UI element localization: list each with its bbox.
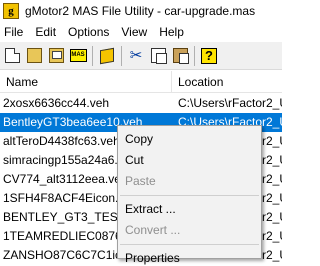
paste-button[interactable]: [170, 46, 190, 66]
context-properties[interactable]: Properties: [118, 248, 261, 266]
context-menu: Copy Cut Paste Extract ... Convert ... P…: [117, 125, 262, 265]
menu-bar: File Edit Options View Help: [0, 22, 282, 42]
menu-help[interactable]: Help: [153, 22, 190, 42]
column-header-name[interactable]: Name: [0, 71, 172, 92]
help-icon: ?: [201, 47, 217, 64]
cube-button[interactable]: [97, 46, 117, 66]
open-image-button[interactable]: [46, 46, 66, 66]
context-paste: Paste: [125, 174, 156, 188]
toolbar-separator: [194, 45, 195, 66]
file-location-cell: C:\Users\rFactor2_U: [178, 96, 282, 110]
menu-separator: [120, 244, 259, 245]
open-folder-icon: [26, 48, 42, 63]
column-header-location[interactable]: Location: [172, 71, 223, 92]
window-title: gMotor2 MAS File Utility - car-upgrade.m…: [25, 4, 256, 18]
toolbar-separator: [121, 45, 122, 66]
context-cut[interactable]: Cut: [118, 150, 261, 171]
title-bar: g gMotor2 MAS File Utility - car-upgrade…: [0, 0, 282, 22]
menu-view[interactable]: View: [115, 22, 153, 42]
menu-options[interactable]: Options: [62, 22, 115, 42]
open-image-icon: [48, 48, 64, 63]
scissors-icon: ✂: [129, 47, 143, 64]
table-row[interactable]: 2xosx6636cc44.veh C:\Users\rFactor2_U: [0, 94, 282, 113]
context-extract[interactable]: Extract ...: [118, 199, 261, 220]
list-header: Name Location: [0, 71, 282, 93]
context-copy[interactable]: Copy: [118, 129, 261, 150]
menu-edit[interactable]: Edit: [29, 22, 62, 42]
file-name-cell: 2xosx6636cc44.veh: [3, 96, 110, 110]
cube-icon: [100, 47, 114, 64]
new-file-button[interactable]: [2, 46, 22, 66]
help-button[interactable]: ?: [199, 46, 219, 66]
menu-separator: [120, 195, 259, 196]
mas-archive-button[interactable]: MAS: [68, 46, 88, 66]
context-convert: Convert ...: [125, 223, 181, 237]
toolbar-separator: [92, 45, 93, 66]
new-file-icon: [4, 48, 20, 63]
cut-button[interactable]: ✂: [126, 46, 146, 66]
menu-file[interactable]: File: [0, 22, 29, 42]
copy-icon: [150, 48, 167, 64]
paste-icon: [172, 48, 189, 64]
copy-button[interactable]: [148, 46, 168, 66]
open-folder-button[interactable]: [24, 46, 44, 66]
mas-archive-icon: MAS: [69, 49, 87, 62]
toolbar: MAS ✂ ?: [0, 42, 282, 70]
app-g-icon: g: [3, 3, 19, 19]
